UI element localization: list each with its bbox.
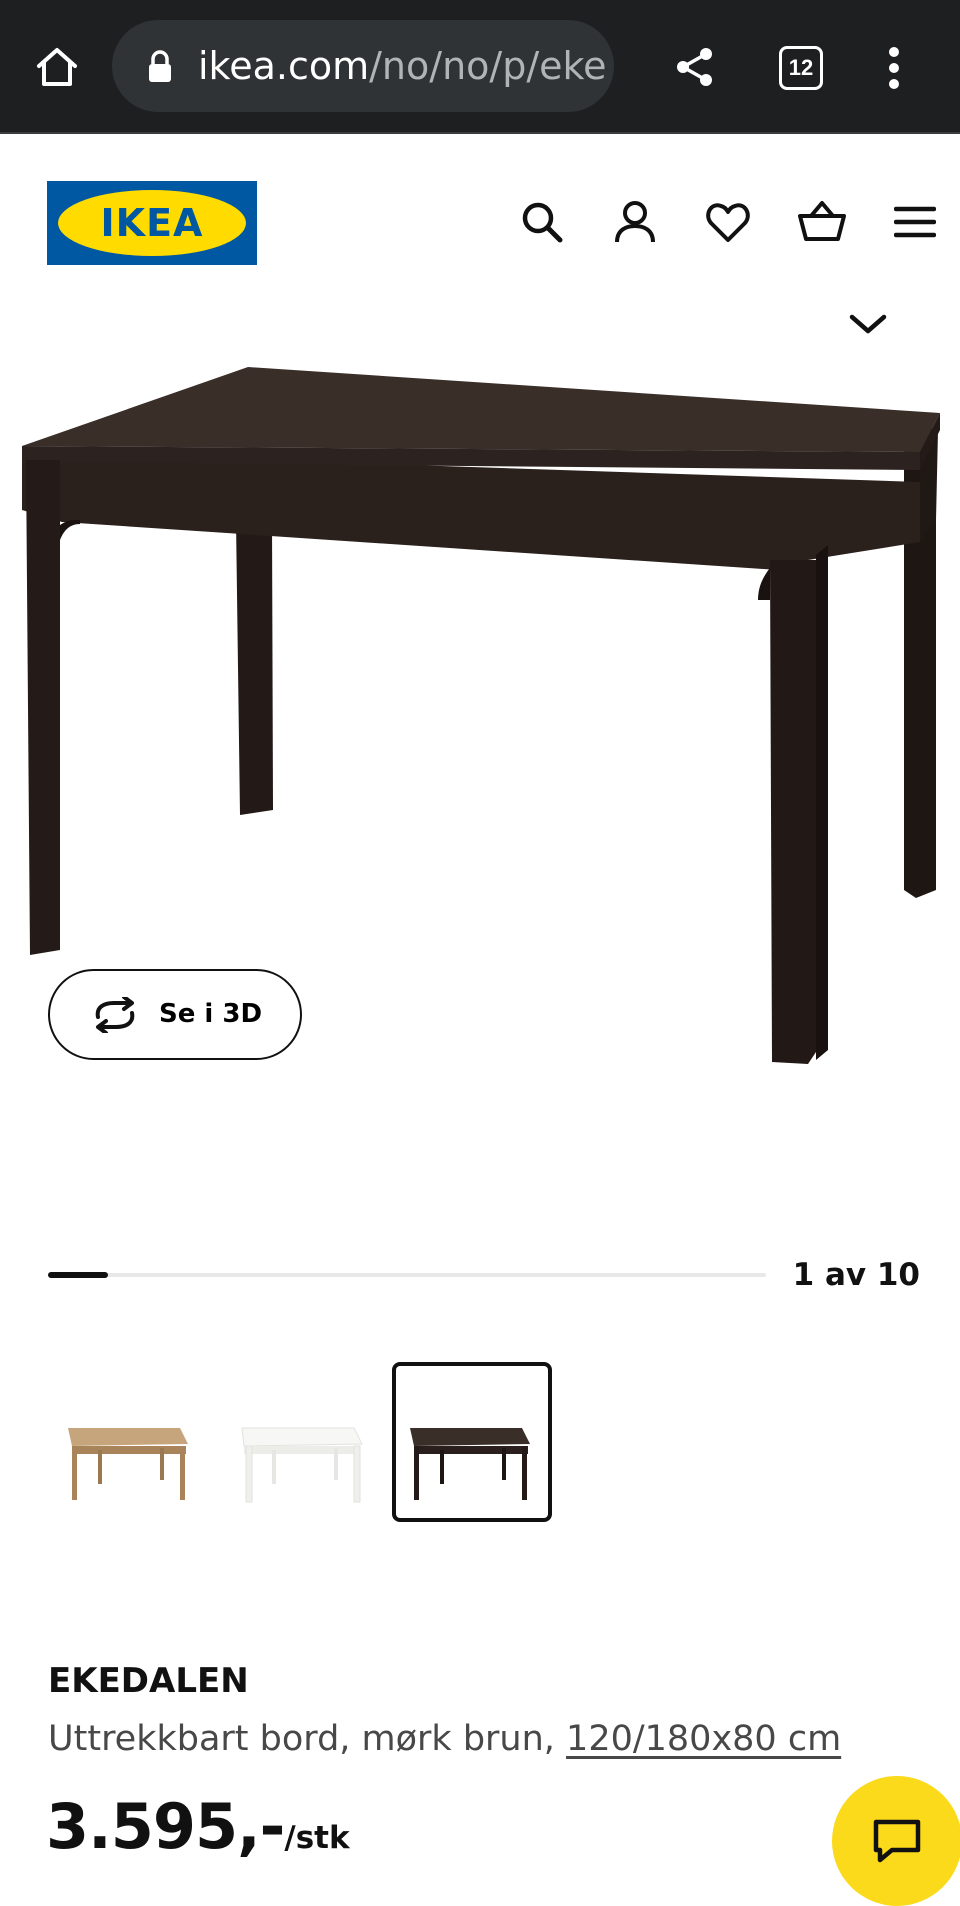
heart-icon — [706, 203, 750, 242]
rotate-3d-icon — [95, 997, 135, 1033]
search-button[interactable] — [516, 196, 568, 248]
tabs-button[interactable]: 12 — [776, 43, 826, 93]
chat-bubble-icon — [873, 1819, 921, 1863]
dark-brown-table-thumbnail — [410, 1428, 530, 1500]
product-price: 3.595,-/stk — [46, 1787, 350, 1883]
menu-button[interactable] — [889, 196, 941, 248]
product-description: Uttrekkbart bord, mørk brun, 120/180x80 … — [48, 1719, 842, 1759]
more-vert-icon — [889, 47, 899, 89]
share-icon — [677, 48, 712, 86]
favorites-button[interactable] — [702, 196, 754, 248]
variant-thumbnail-oak[interactable] — [48, 1362, 208, 1522]
gallery-progress-fill — [48, 1272, 108, 1278]
home-button[interactable] — [28, 40, 86, 94]
view-in-3d-label: Se i 3D — [159, 999, 263, 1029]
cart-icon — [798, 201, 846, 241]
ikea-logo[interactable]: IKEA — [47, 181, 257, 265]
cart-button[interactable] — [796, 196, 848, 248]
chevron-down-icon — [849, 314, 887, 334]
oak-table-thumbnail — [68, 1428, 188, 1500]
price-unit: /stk — [284, 1820, 350, 1856]
tab-count: 12 — [779, 46, 823, 90]
product-name: EKEDALEN — [48, 1661, 249, 1701]
more-options-button[interactable] — [872, 40, 916, 96]
product-dimensions-link[interactable]: 120/180x80 cm — [566, 1719, 841, 1759]
variant-thumbnail-dark-brown[interactable] — [392, 1362, 552, 1522]
address-bar[interactable]: ikea.com/no/no/p/ekeda — [112, 20, 614, 112]
search-icon — [522, 202, 563, 243]
lock-icon — [149, 50, 171, 82]
account-button[interactable] — [609, 196, 661, 248]
white-table-thumbnail — [241, 1427, 363, 1503]
price-amount: 3.595,- — [46, 1790, 285, 1863]
collapse-header-button[interactable] — [846, 305, 890, 341]
gallery-counter: 1 av 10 — [792, 1257, 920, 1293]
variant-thumbnail-white[interactable] — [220, 1362, 380, 1522]
share-button[interactable] — [670, 42, 720, 92]
account-icon — [615, 201, 655, 243]
hamburger-menu-icon — [894, 206, 936, 238]
logo-text: IKEA — [101, 201, 204, 245]
browser-toolbar: ikea.com/no/no/p/ekeda 12 — [0, 0, 960, 134]
gallery-progress-bar[interactable] — [48, 1272, 766, 1278]
ikea-logo-mark: IKEA — [58, 190, 246, 256]
url-text: ikea.com/no/no/p/ekeda — [198, 44, 608, 88]
home-icon — [37, 48, 77, 86]
view-in-3d-button[interactable]: Se i 3D — [48, 969, 302, 1060]
chat-button[interactable] — [832, 1776, 960, 1906]
